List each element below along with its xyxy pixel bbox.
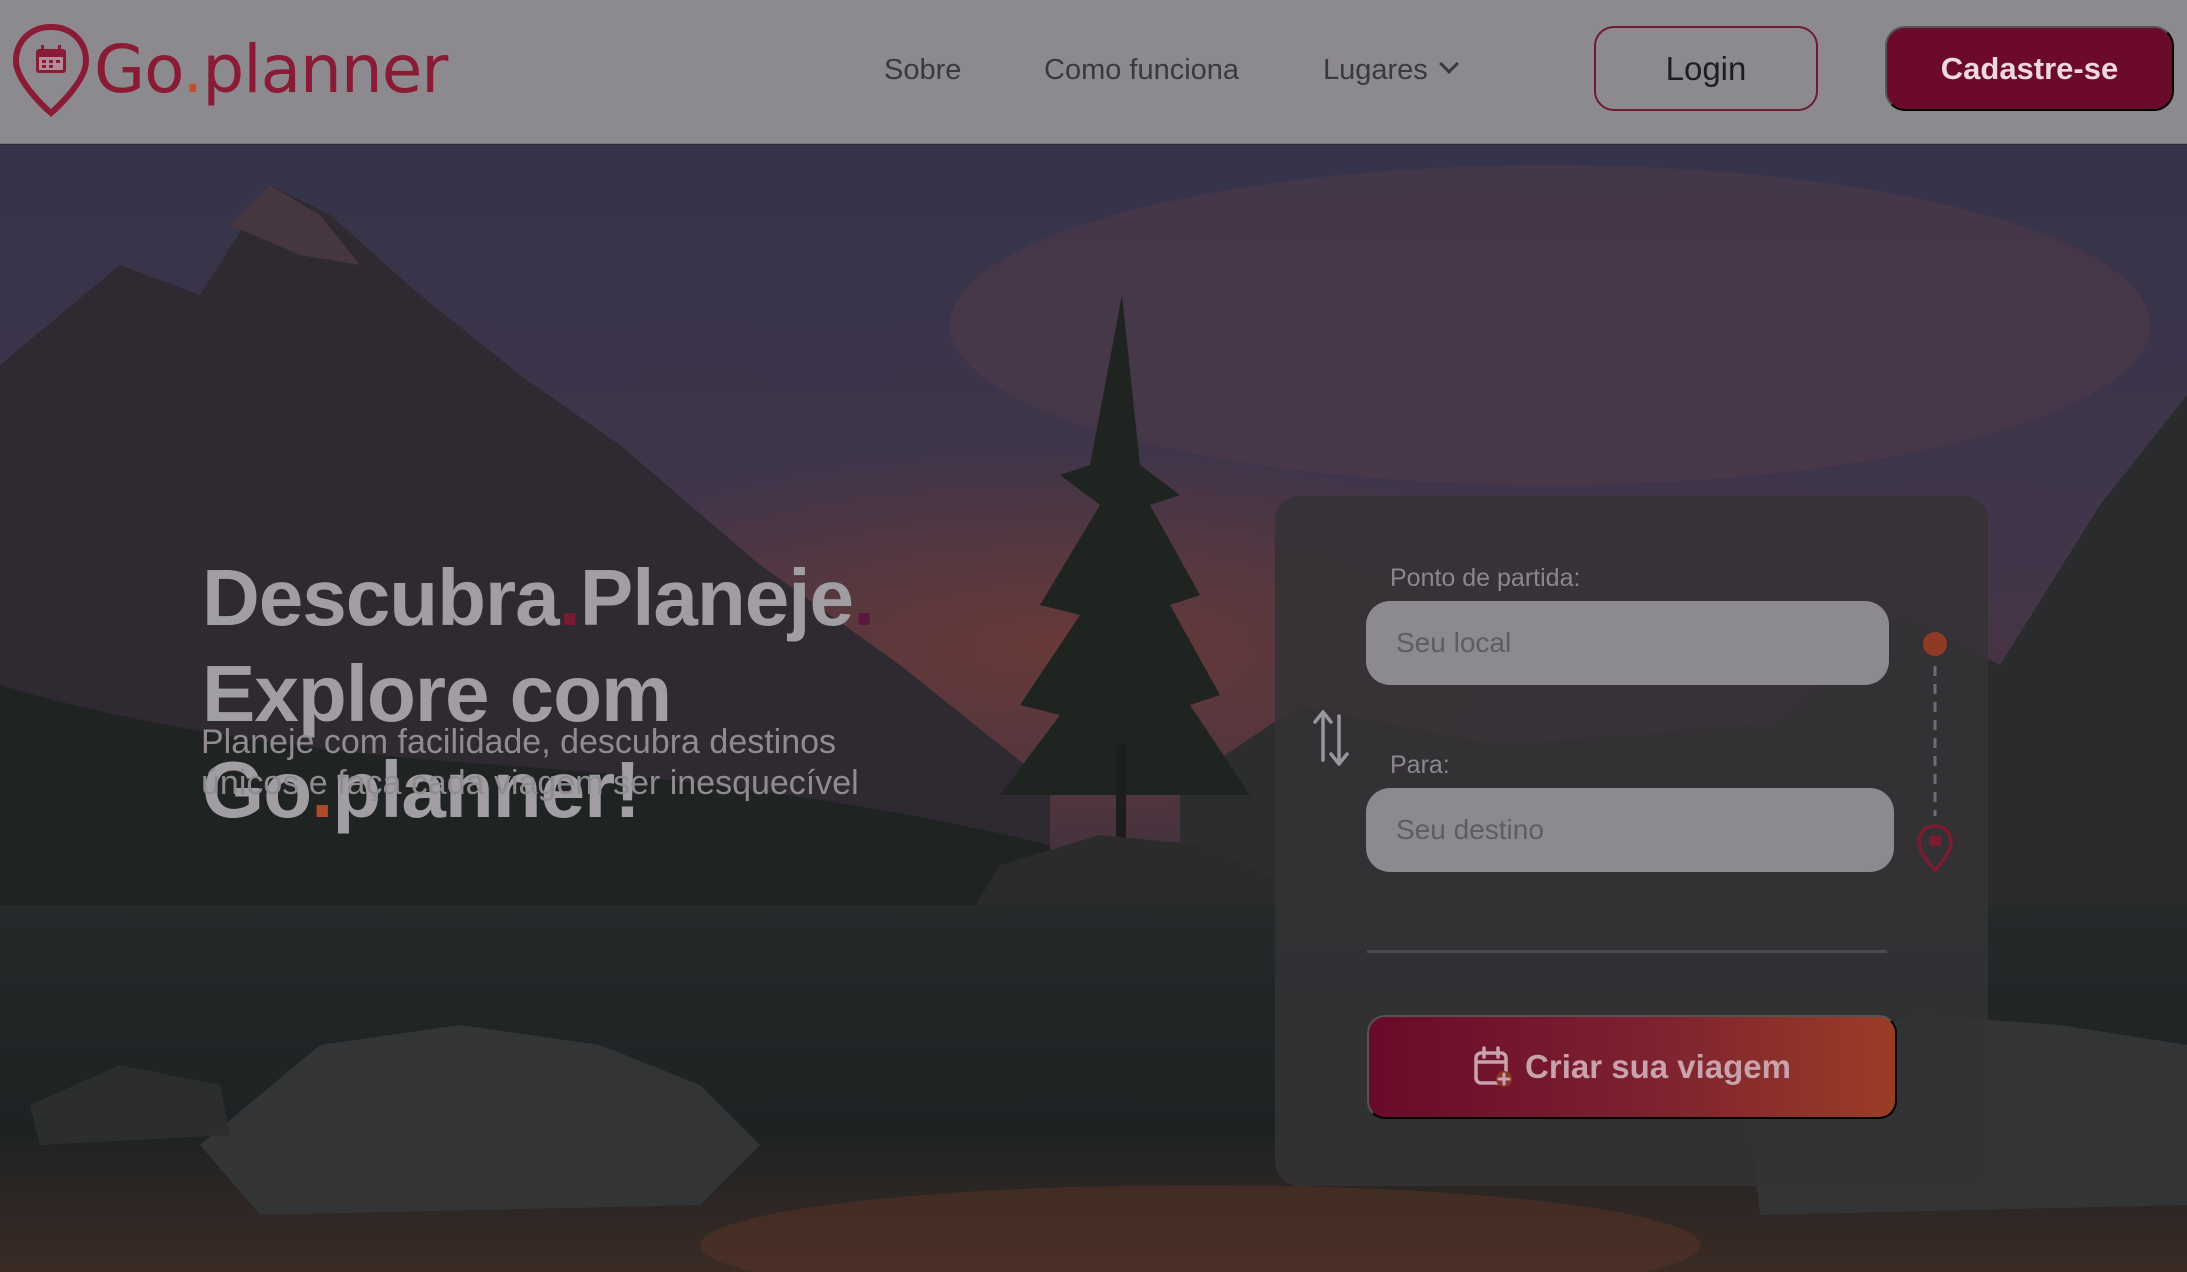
destination-pin-icon [1917,824,1953,873]
nav-dropdown-lugares[interactable]: Lugares [1323,48,1459,92]
origin-label: Ponto de partida: [1390,564,1581,592]
nav-link-como-funciona[interactable]: Como funciona [1044,48,1239,92]
headline-dot: . [853,553,875,642]
map-pin-calendar-icon [12,23,90,117]
top-navbar: Go.planner Sobre Como funciona Lugares L… [0,0,2187,144]
headline-dot: . [558,553,581,642]
nav-link-sobre[interactable]: Sobre [884,48,961,92]
signup-button[interactable]: Cadastre-se [1885,26,2174,111]
swap-vertical-icon[interactable] [1311,708,1351,766]
brand-name: Go.planner [94,31,448,108]
chevron-down-icon [1438,54,1459,74]
origin-dot-icon [1923,632,1947,656]
brand-logo[interactable]: Go.planner [12,22,448,118]
calendar-plus-icon [1474,1046,1513,1087]
route-indicator [1917,632,1953,873]
destination-label: Para: [1390,751,1450,779]
create-trip-label: Criar sua viagem [1525,1048,1791,1085]
hero-section: Descubra.Planeje. Explore com Go.planner… [0,145,2187,1272]
nav-dropdown-label: Lugares [1323,53,1428,86]
headline-word-descubra: Descubra [202,553,560,642]
trip-planner-form: Ponto de partida: Para: [1275,496,1988,1186]
hero-subtext: Planeje com facilidade, descubra destino… [201,723,859,802]
headline-word-planeje: Planeje [579,553,854,642]
origin-input[interactable] [1366,601,1889,685]
login-button[interactable]: Login [1594,26,1818,111]
destination-input[interactable] [1366,788,1894,872]
form-divider [1367,950,1887,953]
create-trip-button[interactable]: Criar sua viagem [1367,1015,1897,1119]
